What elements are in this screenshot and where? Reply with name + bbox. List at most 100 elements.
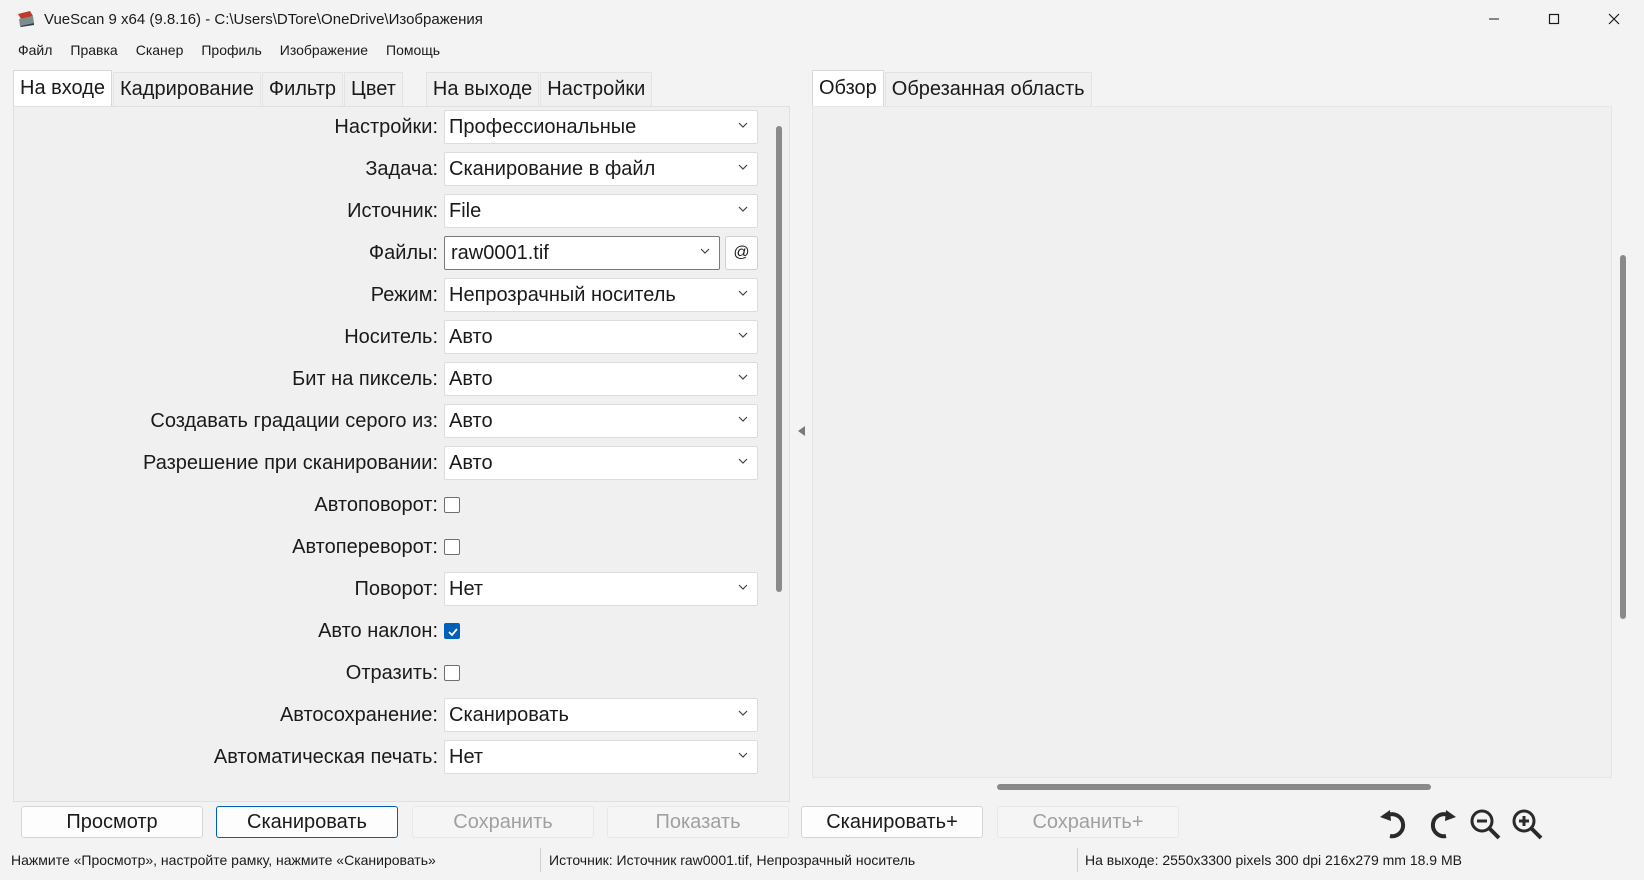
row-auto-skew: Авто наклон: <box>14 614 789 648</box>
settings-select[interactable]: Профессиональные <box>444 110 758 144</box>
row-settings: Настройки: Профессиональные <box>14 110 789 144</box>
row-autosave: Автосохранение: Сканировать <box>14 698 789 732</box>
status-output: На выходе: 2550x3300 pixels 300 dpi 216x… <box>1085 852 1462 868</box>
rotate-left-icon[interactable] <box>1376 806 1414 842</box>
chevron-down-icon <box>738 710 748 716</box>
preview-panel: Обзор Обрезанная область <box>812 70 1640 802</box>
close-button[interactable] <box>1584 0 1644 38</box>
status-bar: Нажмите «Просмотр», настройте рамку, наж… <box>0 846 1644 874</box>
preview-vertical-scrollbar[interactable] <box>1620 255 1626 619</box>
scan-button[interactable]: Сканировать <box>216 806 398 838</box>
chevron-down-icon <box>738 458 748 464</box>
mode-select[interactable]: Непрозрачный носитель <box>444 278 758 312</box>
tab-crop[interactable]: Кадрирование <box>113 72 261 106</box>
files-at-button[interactable]: @ <box>725 236 758 270</box>
chevron-down-icon <box>738 416 748 422</box>
bits-label: Бит на пиксель: <box>292 367 438 390</box>
settings-label: Настройки: <box>334 115 438 138</box>
tab-cropped-area[interactable]: Обрезанная область <box>884 72 1092 106</box>
chevron-down-icon <box>738 374 748 380</box>
vuescan-app-icon <box>18 11 34 27</box>
chevron-down-icon <box>738 122 748 128</box>
zoom-out-icon[interactable] <box>1466 806 1504 842</box>
row-media: Носитель: Авто <box>14 320 789 354</box>
row-autoprint: Автоматическая печать: Нет <box>14 740 789 774</box>
menu-image[interactable]: Изображение <box>271 42 377 58</box>
status-divider <box>1077 848 1078 872</box>
settings-tabs: На входе Кадрирование Фильтр Цвет На вых… <box>13 70 653 106</box>
autosave-label: Автосохранение: <box>279 703 438 726</box>
source-value: File <box>449 199 482 222</box>
status-source: Источник: Источник raw0001.tif, Непрозра… <box>549 852 916 868</box>
task-select[interactable]: Сканирование в файл <box>444 152 758 186</box>
task-value: Сканирование в файл <box>449 157 656 180</box>
tab-overview[interactable]: Обзор <box>812 70 884 106</box>
media-label: Носитель: <box>344 325 438 348</box>
row-bits: Бит на пиксель: Авто <box>14 362 789 396</box>
menu-file[interactable]: Файл <box>0 42 61 58</box>
resolution-value: Авто <box>449 451 493 474</box>
menu-scanner[interactable]: Сканер <box>127 42 193 58</box>
settings-scrollbar[interactable] <box>776 126 782 592</box>
media-select[interactable]: Авто <box>444 320 758 354</box>
save-plus-button[interactable]: Сохранить+ <box>997 806 1179 838</box>
input-form: Настройки: Профессиональные Задача: Скан… <box>13 106 790 802</box>
collapse-arrow-icon[interactable] <box>796 425 806 437</box>
tab-prefs[interactable]: Настройки <box>540 72 653 106</box>
mirror-checkbox[interactable] <box>444 665 460 681</box>
menu-edit[interactable]: Правка <box>61 42 126 58</box>
tab-input[interactable]: На входе <box>13 70 112 106</box>
row-resolution: Разрешение при сканировании: Авто <box>14 446 789 480</box>
show-button[interactable]: Показать <box>607 806 789 838</box>
window-title: VueScan 9 x64 (9.8.16) - C:\Users\DTore\… <box>44 10 483 28</box>
source-select[interactable]: File <box>444 194 758 228</box>
preview-tabs: Обзор Обрезанная область <box>812 70 1093 106</box>
zoom-in-icon[interactable] <box>1508 806 1546 842</box>
title-bar: VueScan 9 x64 (9.8.16) - C:\Users\DTore\… <box>0 0 1644 38</box>
status-divider <box>540 848 541 872</box>
row-mode: Режим: Непрозрачный носитель <box>14 278 789 312</box>
preview-canvas[interactable] <box>812 106 1612 778</box>
maximize-button[interactable] <box>1524 0 1584 38</box>
bits-select[interactable]: Авто <box>444 362 758 396</box>
tab-output[interactable]: На выходе <box>425 72 540 106</box>
chevron-down-icon <box>700 248 710 254</box>
auto-skew-checkbox[interactable] <box>444 623 460 639</box>
settings-panel: На входе Кадрирование Фильтр Цвет На вых… <box>13 70 790 802</box>
preview-button[interactable]: Просмотр <box>21 806 203 838</box>
row-files: Файлы: raw0001.tif @ <box>14 236 789 270</box>
row-auto-rotate: Автоповорот: <box>14 488 789 522</box>
resolution-select[interactable]: Авто <box>444 446 758 480</box>
row-source: Источник: File <box>14 194 789 228</box>
tab-color[interactable]: Цвет <box>344 72 403 106</box>
bits-value: Авто <box>449 367 493 390</box>
files-combobox[interactable]: raw0001.tif <box>444 236 720 270</box>
autosave-select[interactable]: Сканировать <box>444 698 758 732</box>
menu-bar: Файл Правка Сканер Профиль Изображение П… <box>0 38 449 62</box>
row-rotation: Поворот: Нет <box>14 572 789 606</box>
autosave-value: Сканировать <box>449 703 569 726</box>
mirror-label: Отразить: <box>345 661 438 684</box>
menu-profile[interactable]: Профиль <box>192 42 270 58</box>
autoprint-select[interactable]: Нет <box>444 740 758 774</box>
rotate-right-icon[interactable] <box>1422 806 1460 842</box>
row-mirror: Отразить: <box>14 656 789 690</box>
row-auto-flip: Автопереворот: <box>14 530 789 564</box>
minimize-button[interactable] <box>1464 0 1524 38</box>
rotation-label: Поворот: <box>354 577 438 600</box>
chevron-down-icon <box>738 752 748 758</box>
grayscale-label: Создавать градации серого из: <box>150 409 438 432</box>
preview-horizontal-scrollbar[interactable] <box>997 784 1431 790</box>
auto-rotate-checkbox[interactable] <box>444 497 460 513</box>
chevron-down-icon <box>738 584 748 590</box>
tab-filter[interactable]: Фильтр <box>261 72 344 106</box>
chevron-down-icon <box>738 164 748 170</box>
menu-help[interactable]: Помощь <box>377 42 449 58</box>
save-button[interactable]: Сохранить <box>412 806 594 838</box>
auto-flip-checkbox[interactable] <box>444 539 460 555</box>
mode-value: Непрозрачный носитель <box>449 283 676 306</box>
grayscale-select[interactable]: Авто <box>444 404 758 438</box>
auto-skew-label: Авто наклон: <box>318 619 438 642</box>
scan-plus-button[interactable]: Сканировать+ <box>801 806 983 838</box>
rotation-select[interactable]: Нет <box>444 572 758 606</box>
